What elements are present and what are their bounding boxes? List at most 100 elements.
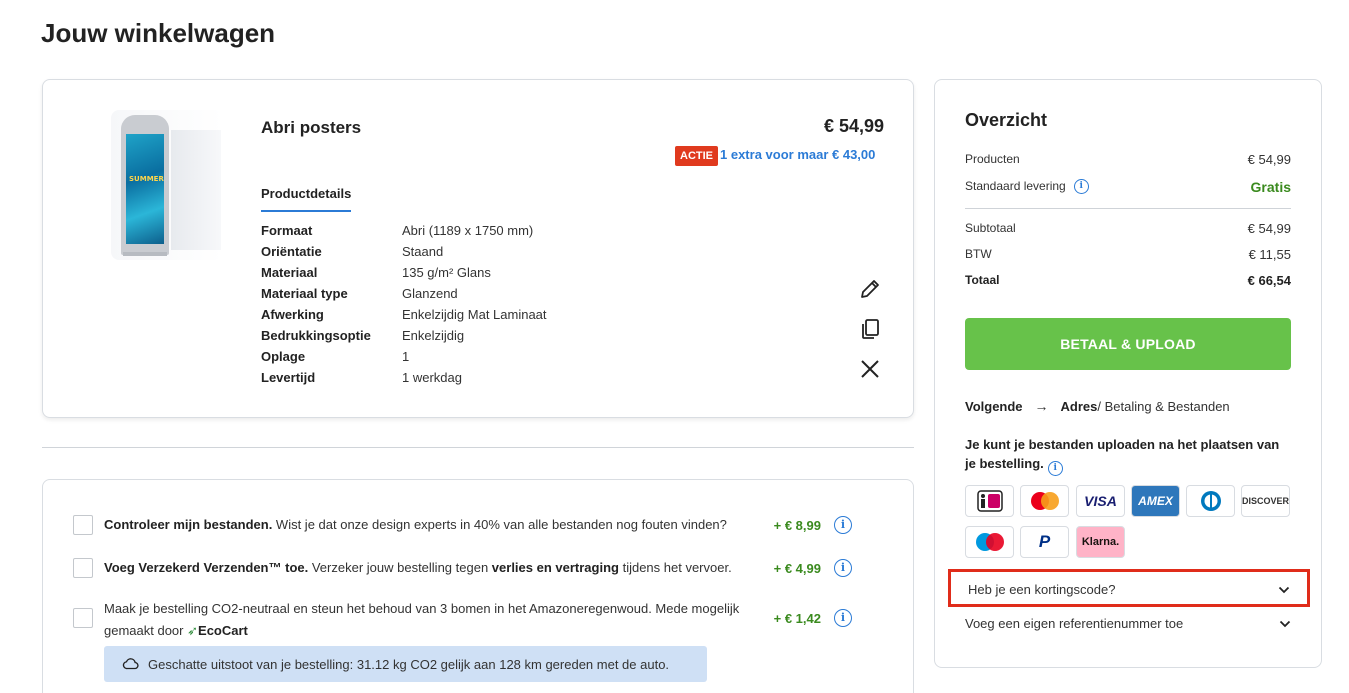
upload-note-text: Je kunt je bestanden uploaden na het pla… <box>965 437 1280 471</box>
spec-label: Oriëntatie <box>261 244 322 259</box>
spec-label: Levertijd <box>261 370 316 385</box>
discount-code-toggle[interactable]: Heb je een kortingscode? <box>948 569 1310 607</box>
overview-card: Overzicht Producten € 54,99 Standaard lev… <box>934 79 1322 668</box>
spec-value: 1 werkdag <box>402 370 462 385</box>
promo-link[interactable]: 1 extra voor maar € 43,00 <box>720 147 875 162</box>
info-icon[interactable]: i <box>834 609 852 627</box>
chevron-down-icon <box>1279 620 1291 628</box>
close-icon[interactable] <box>858 357 882 381</box>
row-value: € 54,99 <box>1247 221 1291 236</box>
spec-value: Staand <box>402 244 444 259</box>
maestro-icon <box>965 526 1014 558</box>
chevron-down-icon <box>1278 586 1290 594</box>
overview-row-total: Totaal € 66,54 <box>965 273 1291 288</box>
abri-poster <box>126 134 164 244</box>
extra-text: Controleer mijn bestanden. Wist je dat o… <box>104 514 784 536</box>
overview-divider <box>965 208 1291 209</box>
diners-icon <box>1186 485 1235 517</box>
abri-foot <box>123 252 167 256</box>
extra-title: Voeg Verzekerd Verzenden™ toe. <box>104 560 309 575</box>
arrow-right-icon: → <box>1034 398 1049 414</box>
info-icon[interactable]: i <box>1047 461 1063 476</box>
ecocart-brand: EcoCart <box>198 623 248 638</box>
extras-card: Controleer mijn bestanden. Wist je dat o… <box>42 479 914 693</box>
poster-text: SUMMER <box>129 175 164 183</box>
extra-emphasis: verlies en vertraging <box>491 560 619 575</box>
next-steps: Volgende → Adres / Betaling & Bestanden <box>965 398 1230 414</box>
abri-glass <box>171 130 221 250</box>
checkbox[interactable] <box>73 558 93 578</box>
row-value: Gratis <box>1250 179 1291 195</box>
spec-value: 135 g/m² Glans <box>402 265 491 280</box>
ideal-icon <box>965 485 1014 517</box>
copy-icon[interactable] <box>858 317 882 341</box>
reference-label: Voeg een eigen referentienummer toe <box>965 616 1184 631</box>
spec-label: Oplage <box>261 349 306 364</box>
row-label: Producten <box>965 152 1020 166</box>
info-icon[interactable]: i <box>834 516 852 534</box>
reference-number-toggle[interactable]: Voeg een eigen referentienummer toe <box>965 614 1291 636</box>
extra-price: + € 1,42 <box>773 611 821 626</box>
overview-title: Overzicht <box>965 110 1048 130</box>
pencil-icon[interactable] <box>858 277 882 301</box>
spec-row: Oplage 1 <box>261 346 547 367</box>
next-rest-steps: / Betaling & Bestanden <box>1097 398 1230 414</box>
spec-value: 1 <box>402 349 410 364</box>
spec-row: Materiaal 135 g/m² Glans <box>261 262 547 283</box>
product-card: SUMMER Abri posters € 54,99 ACTIE 1 extr… <box>42 79 914 418</box>
spec-row: Formaat Abri (1189 x 1750 mm) <box>261 220 547 241</box>
cloud-icon <box>122 658 139 670</box>
extra-description: Wist je dat onze design experts in 40% v… <box>272 517 727 532</box>
page-title: Jouw winkelwagen <box>41 18 276 48</box>
upload-note: Je kunt je bestanden uploaden na het pla… <box>965 435 1291 476</box>
amex-icon: AMEX <box>1131 485 1180 517</box>
extra-description: Verzeker jouw bestelling tegen <box>308 560 492 575</box>
paypal-icon: P <box>1020 526 1069 558</box>
row-label: Totaal <box>965 273 1000 287</box>
row-label: Subtotaal <box>965 221 1016 235</box>
spec-label: Afwerking <box>261 307 324 322</box>
visa-icon: VISA <box>1076 485 1125 517</box>
spec-label: Formaat <box>261 223 313 238</box>
overview-row-products: Producten € 54,99 <box>965 152 1291 167</box>
extra-text: Voeg Verzekerd Verzenden™ toe. Verzeker … <box>104 557 784 579</box>
spec-row: Oriëntatie Staand <box>261 241 547 262</box>
checkbox[interactable] <box>73 608 93 628</box>
overview-row-shipping: Standaard levering i Gratis <box>965 179 1291 195</box>
next-current-step: Adres <box>1060 398 1098 414</box>
extra-description-end: tijdens het vervoer. <box>618 560 732 575</box>
spec-list: Formaat Abri (1189 x 1750 mm) Oriëntatie S… <box>261 220 547 388</box>
row-label: Standaard levering <box>965 179 1066 193</box>
extra-text: Maak je bestelling CO2-neutraal en steun… <box>104 598 784 642</box>
extra-title: Controleer mijn bestanden. <box>104 517 273 532</box>
row-value: € 54,99 <box>1247 152 1291 167</box>
spec-value: Glanzend <box>402 286 458 301</box>
spec-row: Afwerking Enkelzijdig Mat Laminaat <box>261 304 547 325</box>
extra-price: + € 4,99 <box>773 561 821 576</box>
checkbox[interactable] <box>73 515 93 535</box>
spec-label: Bedrukkingsoptie <box>261 328 371 343</box>
spec-label: Materiaal <box>261 265 318 280</box>
promo-badge: ACTIE <box>675 146 718 166</box>
spec-row: Bedrukkingsoptie Enkelzijdig <box>261 325 547 346</box>
tab-productdetails[interactable]: Productdetails <box>261 186 352 212</box>
spec-label: Materiaal type <box>261 286 348 301</box>
info-icon[interactable]: i <box>1073 179 1089 195</box>
pay-upload-button[interactable]: BETAAL & UPLOAD <box>965 318 1291 370</box>
row-label: BTW <box>965 247 992 261</box>
overview-row-vat: BTW € 11,55 <box>965 247 1291 262</box>
spec-row: Materiaal type Glanzend <box>261 283 547 304</box>
product-image: SUMMER <box>111 110 223 260</box>
overview-row-subtotal: Subtotaal € 54,99 <box>965 221 1291 236</box>
emission-text: Geschatte uitstoot van je bestelling: 31… <box>148 656 670 672</box>
ecocart-leaf-icon: ➶ <box>187 623 199 638</box>
extra-price: + € 8,99 <box>773 518 821 533</box>
discount-label: Heb je een kortingscode? <box>968 582 1116 597</box>
row-value: € 66,54 <box>1247 273 1291 288</box>
info-icon[interactable]: i <box>834 559 852 577</box>
spec-value: Enkelzijdig Mat Laminaat <box>402 307 547 322</box>
emission-notice: Geschatte uitstoot van je bestelling: 31… <box>104 646 707 682</box>
next-label: Volgende <box>965 398 1023 414</box>
spec-value: Enkelzijdig <box>402 328 465 343</box>
product-name: Abri posters <box>261 118 362 137</box>
